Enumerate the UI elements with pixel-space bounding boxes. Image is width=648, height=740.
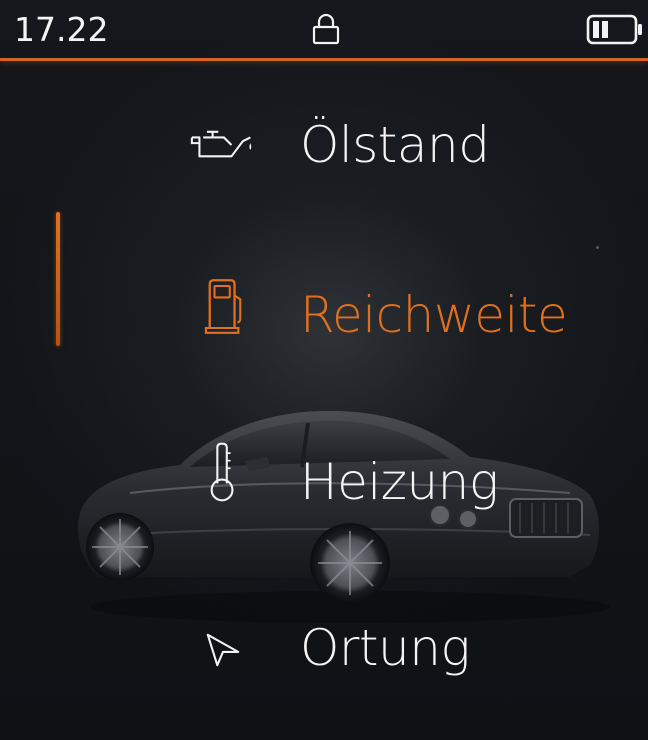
menu-item-reichweite[interactable]: Reichweite <box>180 270 600 360</box>
scroll-indicator[interactable] <box>56 212 60 346</box>
menu-item-ortung[interactable]: Ortung <box>180 603 600 693</box>
location-arrow-icon <box>206 633 240 667</box>
menu-label-heizung: Heizung <box>300 453 499 511</box>
lock-icon <box>312 13 340 45</box>
menu-label-reichweite: Reichweite <box>300 286 568 344</box>
thermometer-icon <box>210 442 234 502</box>
fuel-pump-icon <box>204 279 242 334</box>
menu-item-heizung[interactable]: Heizung <box>180 437 600 527</box>
status-bar: 17.22 <box>0 0 648 61</box>
decorative-dot <box>596 246 599 249</box>
app-screen: 17.22 Ölstand Reichweite Heizung Ortung <box>0 0 648 740</box>
menu-label-oelstand: Ölstand <box>300 116 490 174</box>
oil-can-icon <box>190 130 252 158</box>
menu-label-ortung: Ortung <box>300 619 470 677</box>
battery-icon <box>586 14 642 45</box>
menu-item-oelstand[interactable]: Ölstand <box>180 100 600 190</box>
clock: 17.22 <box>14 10 109 49</box>
